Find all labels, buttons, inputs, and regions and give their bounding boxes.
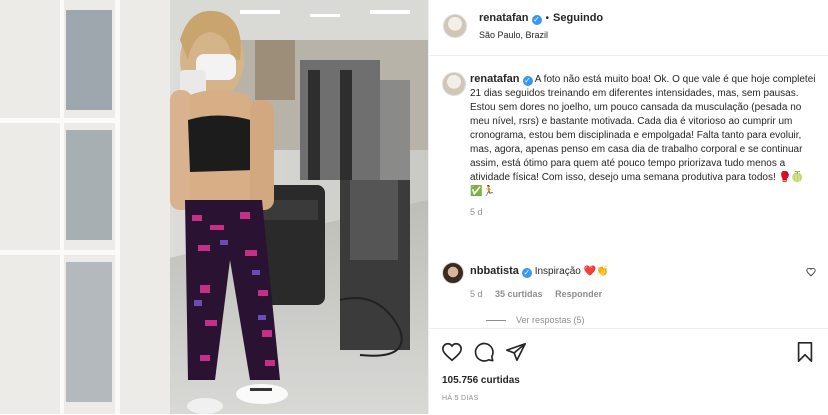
post-location[interactable]: São Paulo, Brazil: [479, 30, 548, 40]
replies-line: [486, 320, 506, 322]
commenter-avatar[interactable]: [442, 262, 464, 284]
caption-avatar[interactable]: [442, 72, 466, 96]
verified-badge-icon: ✓: [522, 76, 533, 86]
caption-text: A foto não está muito boa! Ok. O que val…: [470, 74, 816, 183]
post-likes-count[interactable]: 105.756 curtidas: [442, 375, 520, 386]
separator-dot: •: [545, 13, 550, 24]
caption-age[interactable]: 5 d: [470, 205, 483, 219]
post-timestamp[interactable]: HÁ 5 DIAS: [442, 395, 479, 402]
view-replies-button[interactable]: Ver respostas (5): [516, 315, 585, 325]
author-username[interactable]: renatafan: [479, 12, 529, 24]
author-avatar[interactable]: [443, 14, 467, 38]
bookmark-icon[interactable]: [794, 341, 816, 363]
caption-username[interactable]: renatafan: [470, 73, 520, 85]
reply-button[interactable]: Responder: [555, 289, 602, 299]
commenter-username[interactable]: nbbatista: [470, 265, 519, 277]
heart-icon[interactable]: [441, 341, 463, 363]
caption-emojis: ✅🏃: [470, 186, 495, 197]
comment-text: Inspiração ❤️👏: [534, 266, 609, 277]
comment-age[interactable]: 5 d: [470, 289, 483, 299]
comment-like-heart-icon[interactable]: [806, 267, 816, 277]
following-button[interactable]: Seguindo: [553, 12, 603, 24]
gym-selfie-image: [0, 0, 428, 414]
paper-plane-icon[interactable]: [505, 341, 527, 363]
instagram-post: renatafan ✓ • Seguindo São Paulo, Brazil re…: [0, 0, 828, 414]
action-bar: 105.756 curtidas HÁ 5 DIAS: [429, 328, 828, 415]
post-photo[interactable]: [0, 0, 428, 414]
post-caption: renatafan ✓ A foto não está muito boa! Ok…: [442, 72, 820, 220]
verified-badge-icon: ✓: [521, 268, 532, 278]
post-header: renatafan ✓ • Seguindo São Paulo, Brazil: [429, 0, 828, 56]
post-details-panel: renatafan ✓ • Seguindo São Paulo, Brazil re…: [428, 0, 828, 414]
verified-badge-icon: ✓: [531, 15, 542, 25]
comment-icon[interactable]: [473, 341, 495, 363]
comment-item: nbbatista ✓ Inspiração ❤️👏 5 d 35 curtida…: [442, 262, 820, 327]
comment-likes[interactable]: 35 curtidas: [495, 289, 543, 299]
